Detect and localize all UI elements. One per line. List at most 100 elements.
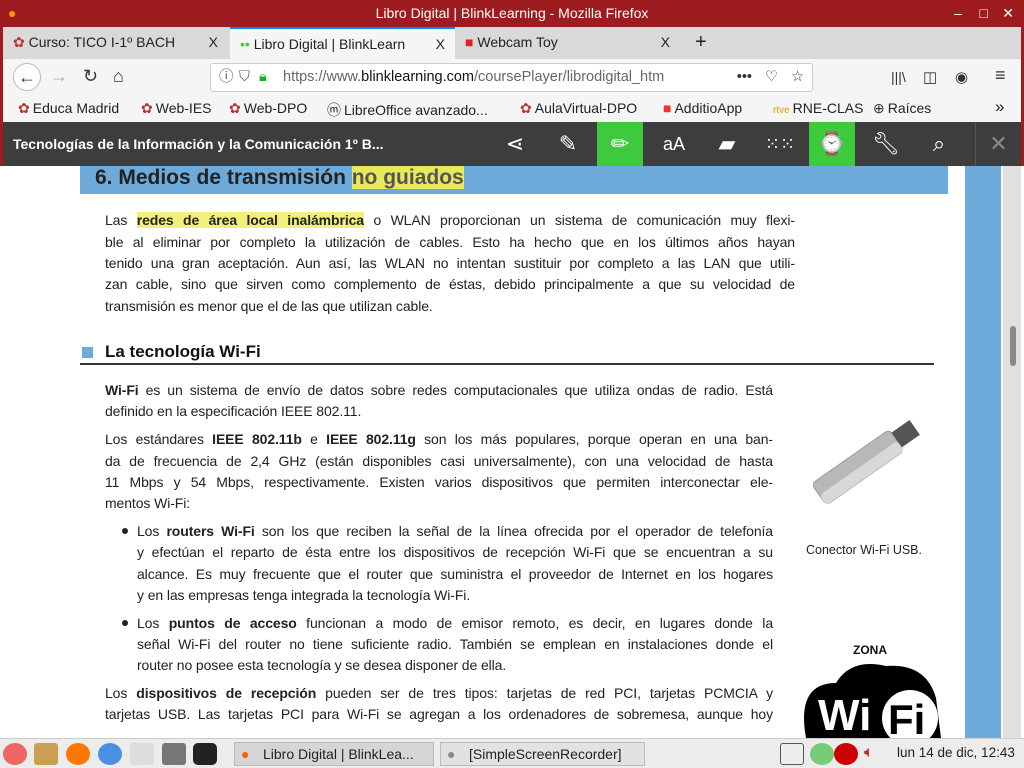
bookmark-label: Web-IES: [155, 100, 212, 116]
tab-curso[interactable]: ✿ Curso: TICO I-1º BACH X: [3, 27, 228, 59]
app-launcher-icon[interactable]: [3, 743, 27, 765]
text-segment: router no posee esta tecnología y se des…: [137, 657, 507, 673]
heading-text: 6. Medios de transmisión: [95, 166, 352, 189]
terminal-icon[interactable]: [193, 743, 217, 765]
text-segment: Los: [137, 615, 169, 631]
scrollbar[interactable]: [1003, 166, 1021, 738]
window-label: [SimpleScreenRecorder]: [469, 746, 622, 762]
bookmarks-overflow-button[interactable]: »: [995, 97, 1004, 117]
book-page: 6. Medios de transmisión no guiados Las …: [3, 166, 1021, 738]
text-line: router no posee esta tecnología y se des…: [137, 655, 773, 675]
site-icon: ✿: [229, 100, 241, 116]
notes-icon[interactable]: ▰: [704, 122, 750, 166]
pocket-icon[interactable]: ♡: [765, 64, 778, 91]
bookmark-web-dpo[interactable]: ✿ Web-DPO: [229, 100, 307, 117]
menu-button[interactable]: ≡: [995, 65, 1006, 86]
text-segment: IEEE 802.11g: [326, 431, 416, 447]
wrench-icon[interactable]: 🔧︎: [863, 122, 909, 166]
text-line: 11 Mbps y 54 Mbps, respectivamente. Exis…: [105, 472, 773, 492]
share-icon[interactable]: ⋖: [492, 122, 538, 166]
text-segment: y en las empresas tenga integrada la tec…: [137, 587, 471, 603]
scrollbar-thumb[interactable]: [1010, 326, 1016, 366]
bookmark-aulavirtual[interactable]: ✿ AulaVirtual-DPO: [520, 100, 637, 117]
text-line: Los routers Wi-Fi son los que reciben la…: [137, 521, 773, 541]
bookmark-label: Raíces: [887, 100, 932, 116]
forward-button[interactable]: →: [50, 66, 68, 87]
reload-button[interactable]: ↻: [83, 66, 98, 87]
bookmark-label: RNE-CLAS: [792, 100, 864, 116]
site-icon: ✿: [13, 34, 29, 50]
text-line: tarjetas USB. Las tarjetas PCI para Wi-F…: [105, 704, 773, 724]
record-icon[interactable]: [834, 743, 858, 765]
window-label: Libro Digital | BlinkLea...: [263, 746, 414, 762]
volume-icon[interactable]: 🔈︎: [864, 744, 874, 762]
info-icon[interactable]: ⓘ: [219, 64, 234, 91]
taskbar-window-recorder[interactable]: ● [SimpleScreenRecorder]: [440, 742, 645, 766]
text-line: alcance. Es muy frecuente que el router …: [137, 564, 773, 584]
text-segment: señal Wi-Fi del router no tiene suficien…: [137, 636, 773, 652]
svg-text:ZONA: ZONA: [853, 643, 887, 657]
chromium-icon[interactable]: [98, 743, 122, 765]
close-tab-icon[interactable]: X: [209, 27, 218, 57]
additio-icon: ■: [663, 100, 672, 116]
home-button[interactable]: ⌂: [113, 66, 124, 87]
new-tab-button[interactable]: +: [685, 27, 707, 59]
text-segment: Las: [105, 212, 137, 228]
site-icon: ✿: [18, 100, 30, 116]
maximize-button[interactable]: □: [980, 0, 988, 26]
close-tab-icon[interactable]: X: [436, 29, 445, 59]
book-title: Tecnologías de la Información y la Comun…: [13, 136, 384, 152]
update-icon[interactable]: [810, 743, 834, 765]
screenshot-icon[interactable]: [162, 743, 186, 765]
tab-webcam-toy[interactable]: ■ Webcam Toy X: [455, 27, 680, 59]
bookmark-label: LibreOffice avanzado...: [344, 102, 488, 118]
text-segment: es un sistema de envío de datos sobre re…: [138, 382, 773, 398]
text-line: y efectúan el reparto de ésta entre los …: [137, 542, 773, 562]
text-editor-icon[interactable]: [34, 743, 58, 765]
account-button[interactable]: ◉: [955, 68, 968, 86]
bookmark-educa-madrid[interactable]: ✿ Educa Madrid: [18, 100, 119, 117]
heading-highlight: no guiados: [351, 166, 464, 189]
close-icon[interactable]: ✕: [975, 122, 1021, 166]
back-button[interactable]: ←: [13, 63, 41, 91]
stopwatch-icon[interactable]: ⌚: [809, 122, 855, 166]
page-actions-button[interactable]: •••: [736, 64, 752, 91]
firefox-icon: ●: [241, 746, 250, 762]
chapter-heading: 6. Medios de transmisión no guiados: [80, 166, 948, 194]
text-segment: dispositivos de recepción: [136, 685, 317, 701]
firefox-launcher-icon[interactable]: [66, 743, 90, 765]
text-segment: funcionan a modo de emisor remoto, es de…: [296, 615, 773, 631]
url-bar[interactable]: ⓘ ⛉ 🔒︎ https://www.blinklearning.com/cou…: [210, 63, 813, 92]
notes-app-icon[interactable]: [130, 743, 154, 765]
close-window-button[interactable]: ✕: [1002, 0, 1014, 26]
text-line: da de frecuencia de 2,4 GHz (están dispo…: [105, 451, 773, 471]
search-icon[interactable]: ⌕: [916, 122, 962, 166]
bookmark-star-icon[interactable]: ☆: [791, 64, 804, 91]
bookmark-additioapp[interactable]: ■ AdditioApp: [663, 100, 742, 116]
window-title: Libro Digital | BlinkLearning - Mozilla …: [375, 5, 649, 21]
bookmark-web-ies[interactable]: ✿ Web-IES: [141, 100, 212, 117]
pencil-icon[interactable]: ✎: [545, 122, 591, 166]
text-line: transmisión es menor que el de las que u…: [105, 296, 795, 316]
font-size-icon[interactable]: aA: [651, 122, 697, 166]
bookmark-raices[interactable]: ⊕ Raíces: [873, 100, 931, 117]
text-line: Las redes de área local inalámbrica o WL…: [105, 210, 795, 230]
shield-icon[interactable]: ⛉: [239, 64, 250, 91]
text-line: Wi-Fi es un sistema de envío de datos so…: [105, 380, 773, 400]
tab-libro-digital[interactable]: •• Libro Digital | BlinkLearn X: [230, 27, 455, 59]
text-line: zan cable, sino que sirven como compleme…: [105, 274, 795, 294]
library-button[interactable]: |||\: [891, 69, 906, 85]
highlighter-icon[interactable]: ✏: [597, 122, 643, 166]
section-bullet-square: [82, 347, 93, 358]
sidebar-button[interactable]: ◫: [923, 68, 937, 86]
bookmark-rne-clas[interactable]: rtve RNE-CLAS: [773, 100, 863, 116]
bookmark-libreoffice[interactable]: ⓜ LibreOffice avanzado...: [327, 100, 488, 120]
url-prefix: https://www.: [283, 69, 362, 85]
taskbar-window-firefox[interactable]: ● Libro Digital | BlinkLea...: [234, 742, 434, 766]
globe-icon: ⊕: [873, 100, 885, 116]
grid-icon[interactable]: ⁙⁙: [757, 122, 803, 166]
network-icon[interactable]: [780, 743, 804, 765]
close-tab-icon[interactable]: X: [661, 27, 670, 57]
minimize-button[interactable]: –: [954, 0, 962, 26]
webcam-icon: ■: [465, 34, 478, 50]
